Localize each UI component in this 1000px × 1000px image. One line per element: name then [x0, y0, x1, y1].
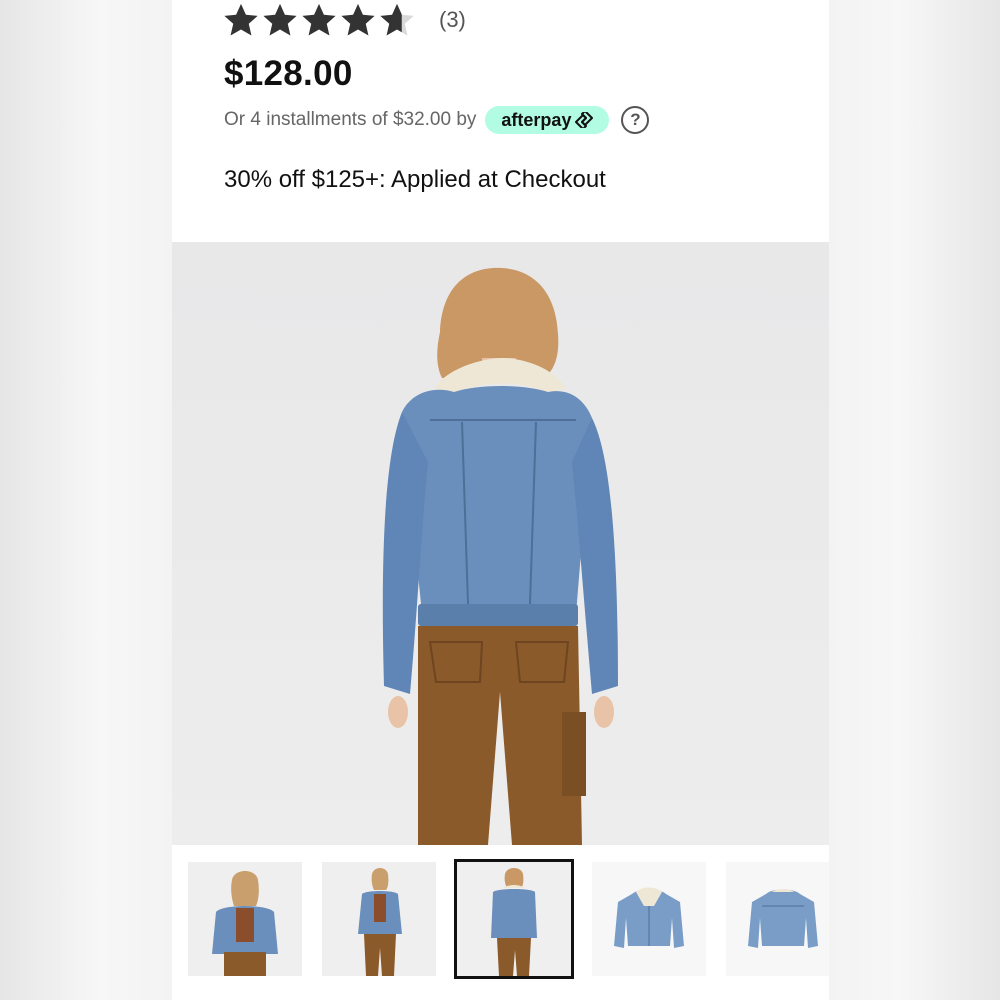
star-full-icon — [224, 3, 258, 36]
help-icon[interactable]: ? — [621, 106, 650, 134]
thumbnail-2[interactable] — [322, 862, 436, 976]
afterpay-logo-text: afterpay — [501, 109, 572, 130]
model-full-front-photo-icon — [358, 868, 402, 976]
rating-row[interactable]: (3) — [222, 0, 466, 40]
model-back-photo-icon — [491, 868, 537, 976]
product-price: $128.00 — [224, 54, 353, 93]
jacket-front-flat-photo-icon — [614, 887, 684, 948]
afterpay-badge[interactable]: afterpay — [485, 106, 610, 134]
model-front-photo-icon — [212, 871, 278, 976]
model-back-photo-icon — [382, 267, 618, 845]
afterpay-arrows-icon — [575, 112, 594, 128]
review-count[interactable]: (3) — [439, 7, 466, 33]
thumbnail-3-selected[interactable] — [454, 859, 574, 979]
star-full-icon — [302, 3, 336, 36]
thumbnail-4[interactable] — [592, 862, 706, 976]
promo-text: 30% off $125+: Applied at Checkout — [224, 166, 606, 193]
thumbnail-1[interactable] — [188, 862, 302, 976]
thumbnail-5[interactable] — [726, 862, 829, 976]
star-rating — [222, 1, 417, 39]
star-full-icon — [341, 3, 375, 36]
installments-text: Or 4 installments of $32.00 by — [224, 109, 477, 130]
main-product-image[interactable] — [172, 242, 829, 845]
installments-row: Or 4 installments of $32.00 by afterpay … — [224, 106, 650, 134]
star-full-icon — [263, 3, 297, 36]
jacket-back-flat-photo-icon — [748, 889, 818, 948]
thumbnail-strip — [172, 845, 829, 1000]
product-panel: (3) $128.00 Or 4 installments of $32.00 … — [172, 0, 829, 1000]
star-half-icon — [380, 3, 414, 36]
